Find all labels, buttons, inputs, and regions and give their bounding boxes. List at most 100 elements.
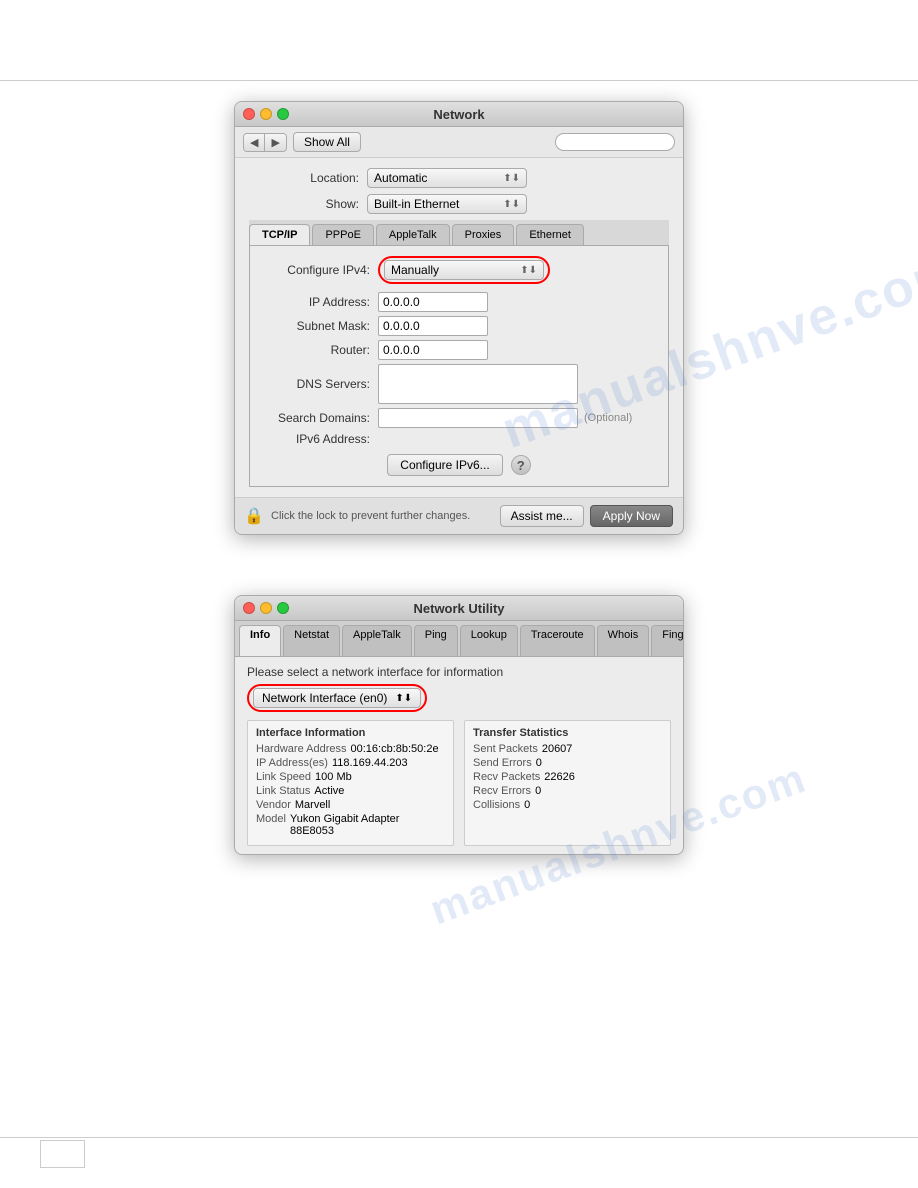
sent-packets-value: 20607 bbox=[542, 743, 573, 755]
show-arrow: ⬆⬇ bbox=[503, 199, 520, 210]
show-label: Show: bbox=[249, 197, 359, 211]
nu-tabs: Info Netstat AppleTalk Ping Lookup Trace… bbox=[235, 621, 683, 657]
collisions-value: 0 bbox=[524, 799, 530, 811]
interface-info-title: Interface Information bbox=[256, 727, 445, 739]
configure-select[interactable]: Manually ⬆⬇ bbox=[384, 260, 544, 280]
link-speed-row: Link Speed 100 Mb bbox=[256, 771, 445, 783]
sent-packets-row: Sent Packets 20607 bbox=[473, 743, 662, 755]
tab-appletalk[interactable]: AppleTalk bbox=[376, 224, 450, 245]
nu-close-button[interactable] bbox=[243, 602, 255, 614]
link-status-label: Link Status bbox=[256, 785, 310, 797]
window-title: Network bbox=[433, 107, 484, 122]
configure-row: Configure IPv4: Manually ⬆⬇ bbox=[250, 256, 668, 284]
search-input[interactable] bbox=[555, 133, 675, 151]
nav-buttons: ◀ ▶ bbox=[243, 133, 287, 152]
vendor-value: Marvell bbox=[295, 799, 330, 811]
hardware-row: Hardware Address 00:16:cb:8b:50:2e bbox=[256, 743, 445, 755]
configure-label: Configure IPv4: bbox=[260, 263, 370, 277]
dns-input[interactable] bbox=[378, 364, 578, 404]
ip-input[interactable] bbox=[378, 292, 488, 312]
lock-icon[interactable]: 🔒 bbox=[245, 506, 263, 526]
router-input[interactable] bbox=[378, 340, 488, 360]
nu-tab-traceroute[interactable]: Traceroute bbox=[520, 625, 595, 656]
sent-packets-label: Sent Packets bbox=[473, 743, 538, 755]
lock-text: Click the lock to prevent further change… bbox=[271, 510, 500, 522]
send-errors-row: Send Errors 0 bbox=[473, 757, 662, 769]
minimize-button[interactable] bbox=[260, 108, 272, 120]
nu-ip-row: IP Address(es) 118.169.44.203 bbox=[256, 757, 445, 769]
nu-body: Please select a network interface for in… bbox=[235, 657, 683, 854]
hardware-label: Hardware Address bbox=[256, 743, 347, 755]
router-label: Router: bbox=[260, 343, 370, 357]
tab-tcpip[interactable]: TCP/IP bbox=[249, 224, 310, 245]
nu-select-prompt: Please select a network interface for in… bbox=[247, 665, 671, 679]
transfer-stats-col: Transfer Statistics Sent Packets 20607 S… bbox=[464, 720, 671, 846]
close-button[interactable] bbox=[243, 108, 255, 120]
dns-label: DNS Servers: bbox=[260, 377, 370, 391]
link-status-value: Active bbox=[314, 785, 344, 797]
back-button[interactable]: ◀ bbox=[244, 134, 265, 151]
nu-window-titlebar: Network Utility bbox=[235, 596, 683, 621]
tab-pppoe[interactable]: PPPoE bbox=[312, 224, 373, 245]
nu-minimize-button[interactable] bbox=[260, 602, 272, 614]
recv-errors-row: Recv Errors 0 bbox=[473, 785, 662, 797]
nu-tab-info[interactable]: Info bbox=[239, 625, 281, 656]
collisions-row: Collisions 0 bbox=[473, 799, 662, 811]
optional-label: (Optional) bbox=[584, 412, 632, 424]
dns-row: DNS Servers: bbox=[250, 364, 668, 404]
show-all-button[interactable]: Show All bbox=[293, 132, 361, 152]
nu-interface-arrow: ⬆⬇ bbox=[395, 693, 412, 704]
link-speed-value: 100 Mb bbox=[315, 771, 352, 783]
nu-traffic-lights bbox=[243, 602, 289, 614]
recv-errors-label: Recv Errors bbox=[473, 785, 531, 797]
nu-tab-finger[interactable]: Finger bbox=[651, 625, 684, 656]
model-label: Model bbox=[256, 813, 286, 837]
nu-tab-appletalk[interactable]: AppleTalk bbox=[342, 625, 412, 656]
model-value: Yukon Gigabit Adapter 88E8053 bbox=[290, 813, 399, 837]
location-select[interactable]: Automatic ⬆⬇ bbox=[367, 168, 527, 188]
nu-tab-ping[interactable]: Ping bbox=[414, 625, 458, 656]
network-window: Network ◀ ▶ Show All Location: Automatic… bbox=[234, 101, 684, 535]
help-button[interactable]: ? bbox=[511, 455, 531, 475]
bottom-bar: 🔒 Click the lock to prevent further chan… bbox=[235, 497, 683, 534]
toolbar: ◀ ▶ Show All bbox=[235, 127, 683, 158]
model-row: Model Yukon Gigabit Adapter 88E8053 bbox=[256, 813, 445, 837]
show-row: Show: Built-in Ethernet ⬆⬇ bbox=[249, 194, 669, 214]
network-body: Location: Automatic ⬆⬇ Show: Built-in Et… bbox=[235, 158, 683, 497]
configure-ipv6-button[interactable]: Configure IPv6... bbox=[387, 454, 502, 476]
configure-oval: Manually ⬆⬇ bbox=[378, 256, 550, 284]
network-utility-window: Network Utility Info Netstat AppleTalk P… bbox=[234, 595, 684, 855]
link-status-row: Link Status Active bbox=[256, 785, 445, 797]
subnet-row: Subnet Mask: bbox=[250, 316, 668, 336]
nu-tab-netstat[interactable]: Netstat bbox=[283, 625, 340, 656]
ipv6-label: IPv6 Address: bbox=[260, 432, 370, 446]
ip-label: IP Address: bbox=[260, 295, 370, 309]
vendor-label: Vendor bbox=[256, 799, 291, 811]
show-select[interactable]: Built-in Ethernet ⬆⬇ bbox=[367, 194, 527, 214]
nu-interface-select[interactable]: Network Interface (en0) ⬆⬇ bbox=[253, 688, 421, 708]
nu-interface-oval: Network Interface (en0) ⬆⬇ bbox=[247, 684, 427, 712]
nu-tab-whois[interactable]: Whois bbox=[597, 625, 650, 656]
recv-packets-value: 22626 bbox=[544, 771, 575, 783]
nu-ip-label: IP Address(es) bbox=[256, 757, 328, 769]
tab-proxies[interactable]: Proxies bbox=[452, 224, 515, 245]
nu-zoom-button[interactable] bbox=[277, 602, 289, 614]
configure-arrow: ⬆⬇ bbox=[520, 265, 537, 276]
nu-ip-value: 118.169.44.203 bbox=[332, 757, 408, 769]
assist-button[interactable]: Assist me... bbox=[500, 505, 584, 527]
nu-interface-value: Network Interface (en0) bbox=[262, 691, 387, 705]
router-row: Router: bbox=[250, 340, 668, 360]
nu-tab-lookup[interactable]: Lookup bbox=[460, 625, 518, 656]
apply-now-button[interactable]: Apply Now bbox=[590, 505, 673, 527]
page-number-box bbox=[40, 1140, 85, 1168]
tab-ethernet[interactable]: Ethernet bbox=[516, 224, 584, 245]
search-domains-row: Search Domains: (Optional) bbox=[250, 408, 668, 428]
window-titlebar: Network bbox=[235, 102, 683, 127]
configure-ipv6-row: Configure IPv6... ? bbox=[250, 450, 668, 480]
subnet-label: Subnet Mask: bbox=[260, 319, 370, 333]
zoom-button[interactable] bbox=[277, 108, 289, 120]
search-domains-input[interactable] bbox=[378, 408, 578, 428]
subnet-input[interactable] bbox=[378, 316, 488, 336]
interface-info-col: Interface Information Hardware Address 0… bbox=[247, 720, 454, 846]
forward-button[interactable]: ▶ bbox=[265, 134, 285, 151]
